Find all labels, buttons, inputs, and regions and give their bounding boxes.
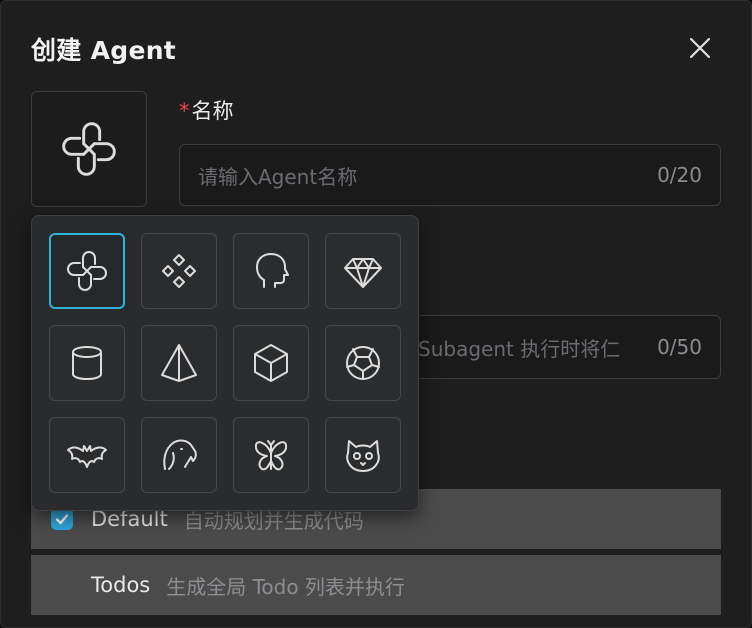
- icon-picker-popover: [31, 215, 419, 511]
- dialog-title: 创建 Agent: [31, 36, 177, 65]
- sphere-icon: [346, 346, 380, 380]
- mode-option-todos[interactable]: Todos 生成全局 Todo 列表并执行: [31, 555, 721, 615]
- icon-option-cube[interactable]: [233, 325, 309, 401]
- icon-option-cat[interactable]: [325, 417, 401, 493]
- name-char-counter: 0/20: [657, 163, 702, 187]
- name-placeholder: 请输入Agent名称: [198, 164, 358, 189]
- close-button[interactable]: [685, 33, 715, 63]
- name-label: *名称: [179, 95, 234, 125]
- icon-option-sphere[interactable]: [325, 325, 401, 401]
- checkbox-checked[interactable]: [51, 508, 73, 530]
- required-mark: *: [179, 99, 190, 123]
- icon-option-cylinder[interactable]: [49, 325, 125, 401]
- butterfly-icon: [254, 440, 288, 471]
- cube-icon: [254, 344, 288, 382]
- check-icon: [55, 514, 69, 525]
- bat-icon: [67, 445, 107, 468]
- description-placeholder: Subagent 执行时将仁: [418, 336, 621, 361]
- mode-description: 生成全局 Todo 列表并执行: [166, 574, 405, 599]
- icon-option-eagle[interactable]: [141, 417, 217, 493]
- name-input[interactable]: 请输入Agent名称 0/20: [179, 144, 721, 206]
- gem-icon: [344, 258, 382, 288]
- cylinder-icon: [72, 346, 102, 380]
- create-agent-dialog: 创建 Agent *名称 请输入Agent名称 0/20 Subagent 执行…: [0, 0, 752, 628]
- avatar-selector[interactable]: [31, 91, 147, 207]
- icon-option-bat[interactable]: [49, 417, 125, 493]
- icon-option-butterfly[interactable]: [233, 417, 309, 493]
- name-label-text: 名称: [191, 99, 234, 123]
- icon-option-gem[interactable]: [325, 233, 401, 309]
- knot-icon: [62, 122, 116, 176]
- description-input[interactable]: Subagent 执行时将仁 0/50: [399, 315, 721, 379]
- mode-name: Todos: [91, 573, 151, 597]
- knot-icon: [67, 251, 107, 291]
- close-icon: [689, 37, 711, 59]
- diamond-cluster-icon: [162, 254, 196, 288]
- description-char-counter: 0/50: [657, 335, 702, 359]
- cat-icon: [346, 440, 380, 472]
- pyramid-icon: [161, 344, 197, 382]
- head-icon: [256, 253, 289, 288]
- eagle-icon: [163, 439, 197, 470]
- icon-option-pyramid[interactable]: [141, 325, 217, 401]
- icon-option-diamond-cluster[interactable]: [141, 233, 217, 309]
- icon-option-knot[interactable]: [49, 233, 125, 309]
- icon-option-head[interactable]: [233, 233, 309, 309]
